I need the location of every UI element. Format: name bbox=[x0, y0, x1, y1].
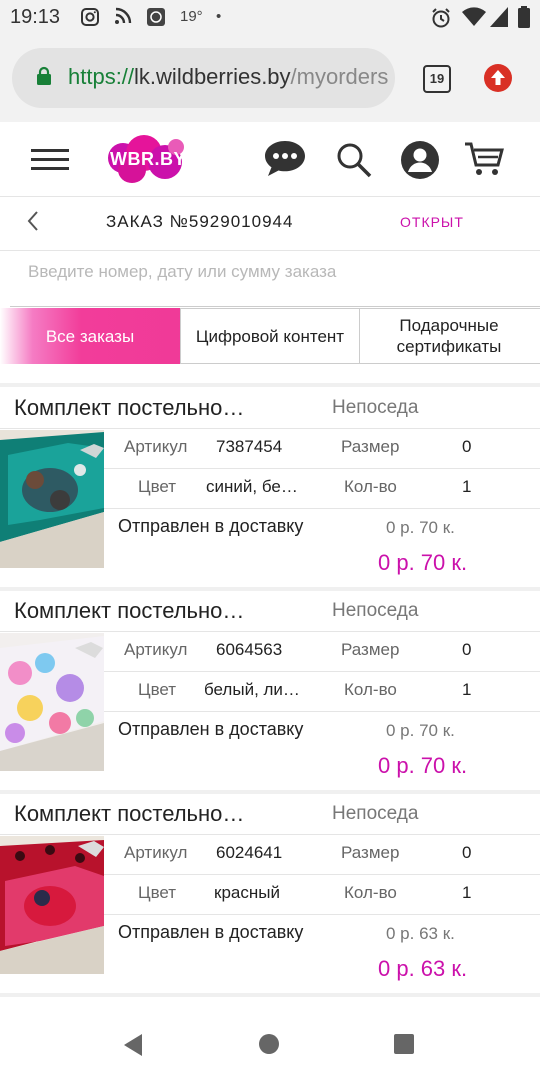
item-name[interactable]: Комплект постельно… bbox=[14, 598, 244, 624]
signal-icon bbox=[490, 7, 508, 27]
color-value: белый, ли… bbox=[204, 680, 300, 699]
article-label: Артикул bbox=[124, 843, 188, 862]
color-label: Цвет bbox=[138, 680, 177, 699]
battery-icon bbox=[518, 6, 530, 28]
status-bar: 19:13 19° • bbox=[0, 0, 540, 36]
tab-switcher-button[interactable]: 19 bbox=[423, 65, 451, 93]
address-bar[interactable]: https://lk.wildberries.by/myorders bbox=[12, 48, 395, 108]
size-label: Размер bbox=[341, 437, 400, 456]
item-price: 0 р. 70 к. bbox=[386, 518, 455, 537]
qty-label: Кол-во bbox=[344, 883, 397, 902]
item-total: 0 р. 70 к. bbox=[378, 550, 468, 575]
temperature: 19° bbox=[180, 8, 203, 25]
search-icon[interactable] bbox=[336, 142, 372, 178]
back-nav-icon[interactable] bbox=[120, 1032, 146, 1058]
tab-all-orders-label: Все заказы bbox=[45, 326, 135, 346]
delivery-status: Отправлен в доставку bbox=[118, 516, 304, 536]
home-nav-icon[interactable] bbox=[258, 1033, 280, 1055]
article-value: 7387454 bbox=[216, 437, 283, 456]
delivery-status: Отправлен в доставку bbox=[118, 922, 304, 942]
color-value: красный bbox=[214, 883, 280, 902]
app-icon bbox=[147, 8, 165, 26]
tab-digital-content[interactable]: Цифровой контент bbox=[180, 308, 360, 364]
tab-gift-label-2: сертификаты bbox=[396, 337, 502, 356]
article-value: 6024641 bbox=[216, 843, 283, 862]
item-brand: Непоседа bbox=[332, 600, 419, 621]
order-search-input[interactable] bbox=[28, 262, 518, 282]
lock-icon bbox=[37, 66, 51, 85]
url-text: https://lk.wildberries.by/myorders bbox=[68, 64, 389, 89]
chat-icon[interactable] bbox=[264, 140, 306, 178]
cart-icon[interactable] bbox=[464, 141, 504, 177]
item-brand: Непоседа bbox=[332, 803, 419, 824]
order-item[interactable]: Комплект постельно… Непоседа Артикул 602… bbox=[0, 793, 540, 993]
delivery-status: Отправлен в доставку bbox=[118, 719, 304, 739]
item-image[interactable] bbox=[0, 836, 104, 974]
order-item[interactable]: Комплект постельно… Непоседа Артикул 738… bbox=[0, 387, 540, 587]
status-dot: • bbox=[216, 8, 222, 25]
menu-icon[interactable] bbox=[31, 149, 69, 176]
color-label: Цвет bbox=[138, 477, 177, 496]
tab-digital-label: Цифровой контент bbox=[195, 326, 345, 346]
update-button[interactable] bbox=[484, 64, 512, 92]
order-header: ЗАКАЗ №5929010944 ОТКРЫТ bbox=[0, 196, 540, 251]
wifi-icon bbox=[462, 7, 486, 26]
divider bbox=[0, 993, 540, 997]
status-time: 19:13 bbox=[10, 6, 61, 28]
item-price: 0 р. 63 к. bbox=[386, 924, 455, 943]
rss-icon bbox=[115, 7, 132, 24]
arrow-up-icon bbox=[491, 70, 505, 85]
alarm-icon bbox=[432, 8, 450, 28]
article-label: Артикул bbox=[124, 640, 188, 659]
browser-toolbar: https://lk.wildberries.by/myorders 19 bbox=[0, 36, 540, 123]
size-value: 0 bbox=[462, 437, 472, 456]
color-label: Цвет bbox=[138, 883, 177, 902]
size-label: Размер bbox=[341, 843, 400, 862]
qty-value: 1 bbox=[462, 883, 472, 902]
order-status-badge: ОТКРЫТ bbox=[400, 214, 464, 230]
tab-gift-label-1: Подарочные bbox=[399, 316, 499, 335]
site-header: WBR.BY bbox=[0, 122, 540, 197]
search-underline bbox=[10, 306, 540, 307]
system-nav-bar bbox=[0, 1008, 540, 1080]
item-image[interactable] bbox=[0, 430, 104, 568]
item-total: 0 р. 63 к. bbox=[378, 956, 468, 981]
qty-label: Кол-во bbox=[344, 477, 397, 496]
size-label: Размер bbox=[341, 640, 400, 659]
instagram-icon bbox=[81, 8, 99, 26]
size-value: 0 bbox=[462, 843, 472, 862]
tab-gift-certificates[interactable]: Подарочные сертификаты bbox=[360, 308, 538, 364]
item-image[interactable] bbox=[0, 633, 104, 771]
item-price: 0 р. 70 к. bbox=[386, 721, 455, 740]
item-total: 0 р. 70 к. bbox=[378, 753, 468, 778]
article-value: 6064563 bbox=[216, 640, 283, 659]
wbr-logo[interactable]: WBR.BY bbox=[108, 135, 186, 183]
order-tabs: Все заказы Цифровой контент Подарочные с… bbox=[0, 308, 540, 364]
order-item[interactable]: Комплект постельно… Непоседа Артикул 606… bbox=[0, 590, 540, 790]
color-value: синий, бе… bbox=[206, 477, 298, 496]
account-icon[interactable] bbox=[400, 140, 440, 180]
qty-value: 1 bbox=[462, 680, 472, 699]
item-name[interactable]: Комплект постельно… bbox=[14, 395, 244, 421]
recents-nav-icon[interactable] bbox=[393, 1033, 415, 1055]
item-name[interactable]: Комплект постельно… bbox=[14, 801, 244, 827]
chevron-left-icon[interactable] bbox=[26, 210, 40, 232]
size-value: 0 bbox=[462, 640, 472, 659]
order-number: ЗАКАЗ №5929010944 bbox=[106, 212, 294, 231]
qty-label: Кол-во bbox=[344, 680, 397, 699]
article-label: Артикул bbox=[124, 437, 188, 456]
qty-value: 1 bbox=[462, 477, 472, 496]
tab-all-orders[interactable]: Все заказы bbox=[0, 308, 180, 364]
item-brand: Непоседа bbox=[332, 397, 419, 418]
